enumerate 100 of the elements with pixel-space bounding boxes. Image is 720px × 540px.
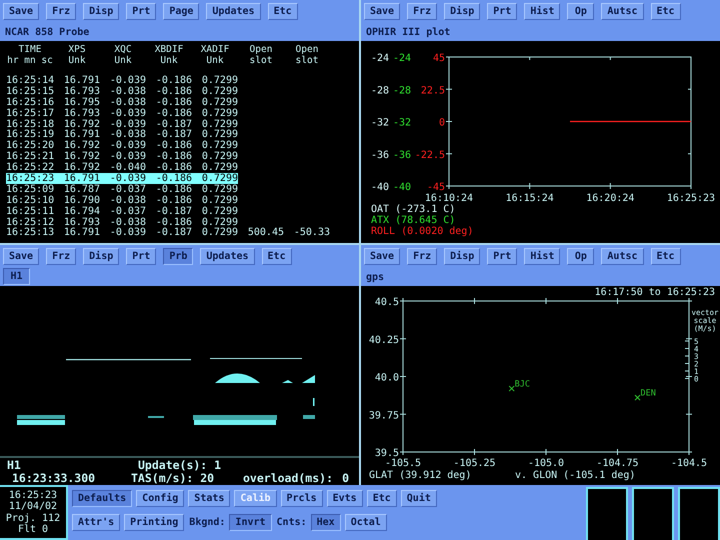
- info-line: 11/04/02: [8, 501, 58, 512]
- menu-button[interactable]: Config: [136, 490, 184, 507]
- option-button[interactable]: Octal: [344, 514, 387, 531]
- info-line: Flt 0: [18, 524, 48, 536]
- menu-button[interactable]: Etc: [366, 490, 397, 507]
- toolbar-button[interactable]: Save: [3, 3, 40, 20]
- scale-tick: [684, 370, 690, 372]
- y-axis-label: GLAT (39.912 deg): [369, 470, 472, 481]
- toolbar-button[interactable]: Etc: [650, 3, 681, 20]
- option-button[interactable]: Printing: [124, 514, 184, 531]
- site-label: DEN: [640, 388, 656, 399]
- table-cell-text: -50.33: [292, 227, 330, 238]
- table-cell-text: -0.186: [154, 162, 192, 174]
- probe-tab[interactable]: H1: [3, 268, 30, 285]
- axis-tick-label: 40.25: [368, 334, 399, 346]
- table-cell: 16:25:14: [6, 75, 54, 86]
- toolbar-button[interactable]: Etc: [262, 248, 292, 265]
- table-cell-text: 0.7299: [200, 216, 238, 228]
- table-cell-text: 16.793: [62, 108, 100, 119]
- table-cell-text: -0.187: [154, 206, 192, 217]
- table-cell-text: 0.7299: [200, 173, 238, 184]
- toolbar-button[interactable]: Disp: [444, 248, 480, 265]
- scale-tick: [684, 348, 690, 349]
- toolbar-button[interactable]: Updates: [206, 3, 261, 20]
- tas-reading: TAS(m/s): 20: [131, 472, 216, 485]
- table-cell-text: -0.186: [154, 96, 192, 108]
- table-cell-text: -0.039: [108, 140, 146, 152]
- axis-tick-label: 22.5: [420, 85, 445, 96]
- menu-button[interactable]: Defaults: [72, 490, 132, 507]
- table-cell-text: 0.7299: [200, 184, 238, 195]
- toolbar-button[interactable]: Prt: [126, 3, 156, 20]
- toolbar-button[interactable]: Updates: [200, 248, 255, 265]
- toolbar-button[interactable]: Prb: [163, 248, 194, 265]
- toolbar-button[interactable]: Hist: [524, 248, 560, 265]
- site-label: BJC: [514, 380, 530, 390]
- table-cell-text: 0.7299: [200, 86, 238, 97]
- column-header: Open: [294, 44, 320, 55]
- option-button[interactable]: Hex: [310, 514, 341, 531]
- option-button[interactable]: Attr's: [72, 514, 120, 531]
- toolbar-button[interactable]: Autsc: [601, 3, 644, 20]
- table-cell-text: -0.038: [108, 194, 146, 206]
- toolbar-button[interactable]: Disp: [83, 248, 120, 265]
- toolbar-button[interactable]: Disp: [444, 3, 480, 20]
- table-cell-text: 500.45: [246, 227, 284, 238]
- toolbar-button[interactable]: Prt: [487, 3, 518, 20]
- overload-label: overload(ms):: [242, 472, 334, 485]
- toolbar-button[interactable]: Frz: [46, 3, 76, 20]
- table-cell-text: 0.7299: [200, 118, 238, 130]
- toolbar-button[interactable]: Autsc: [601, 248, 644, 265]
- table-cell-text: -0.186: [154, 151, 192, 162]
- table-cell-text: 0.7299: [200, 162, 238, 174]
- table-cell-text: -0.187: [154, 227, 192, 238]
- axis-tick-label: -104.5: [670, 458, 708, 469]
- toolbar-button[interactable]: Op: [567, 248, 594, 265]
- option-label: Bkgnd:: [189, 517, 226, 528]
- unit-label: Unk: [113, 55, 133, 66]
- axis-tick-label: 45: [432, 53, 445, 64]
- toolbar-button[interactable]: Op: [567, 3, 594, 20]
- axis-tick-label: -40: [392, 182, 411, 193]
- toolbar-button[interactable]: Etc: [650, 248, 681, 265]
- axis-tick-label: 16:25:23: [666, 193, 716, 204]
- toolbar-button[interactable]: Save: [364, 248, 400, 265]
- toolbar-button[interactable]: Page: [163, 3, 200, 20]
- toolbar-button[interactable]: Frz: [407, 248, 438, 265]
- probe-name: H1: [7, 459, 22, 472]
- legend-label: OAT (-273.1 C): [371, 204, 456, 215]
- axis-tick-label: -45: [426, 182, 445, 193]
- axis-tick-label: -24: [392, 53, 411, 64]
- table-cell-text: 16.795: [62, 96, 100, 108]
- table-cell: 16:25:23: [6, 173, 54, 184]
- toolbar-button[interactable]: Frz: [46, 248, 76, 265]
- menu-button[interactable]: Stats: [188, 490, 230, 507]
- toolbar-button[interactable]: Disp: [83, 3, 120, 20]
- toolbar-button[interactable]: Prt: [487, 248, 518, 265]
- menu-button[interactable]: Evts: [326, 490, 363, 507]
- axis-tick-label: -36: [392, 150, 411, 161]
- toolbar-button[interactable]: Save: [364, 3, 400, 20]
- table-cell-text: -0.186: [154, 216, 192, 228]
- probe-time: 16:23:33.300: [11, 472, 96, 485]
- axis-tick-label: -32: [370, 118, 389, 128]
- toolbar-button[interactable]: Etc: [268, 3, 298, 20]
- table-cell-text: 16.792: [62, 162, 100, 174]
- table-cell-text: 16.791: [62, 129, 100, 140]
- legend-label: ATX (78.645 C): [371, 215, 456, 226]
- table-cell: 16:25:09: [6, 184, 54, 195]
- toolbar-button[interactable]: Prt: [126, 248, 156, 265]
- menu-button[interactable]: Prcls: [280, 490, 323, 507]
- toolbar-button[interactable]: Frz: [407, 3, 438, 20]
- table-cell-text: 0.7299: [200, 96, 238, 108]
- selected-row[interactable]: 16:25:23 16.791 -0.039 -0.186 0.7299: [6, 173, 238, 184]
- toolbar-button[interactable]: Save: [3, 248, 40, 265]
- unit-label: slot: [294, 55, 320, 66]
- menu-button[interactable]: Quit: [400, 490, 437, 507]
- toolbar-button[interactable]: Hist: [524, 3, 560, 20]
- column-header: XBDIF: [154, 44, 184, 55]
- table-cell-text: -0.187: [154, 129, 192, 140]
- table-cell-text: -0.038: [108, 129, 146, 140]
- option-button[interactable]: Invrt: [229, 514, 272, 531]
- axis-tick-label: -28: [392, 85, 411, 96]
- axis-tick-label: -36: [370, 150, 389, 161]
